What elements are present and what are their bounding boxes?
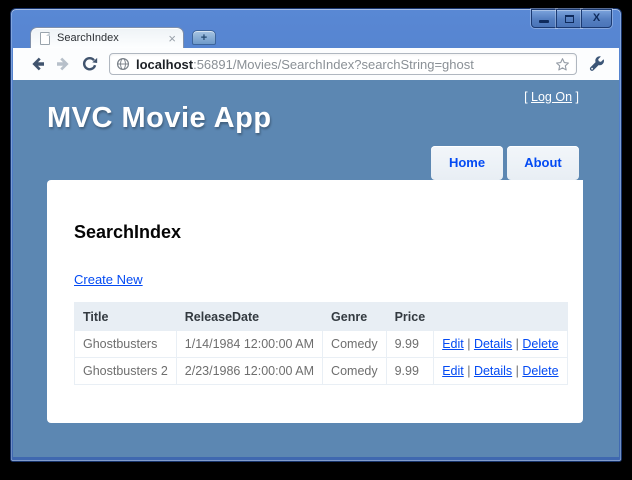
browser-tab[interactable]: SearchIndex × — [30, 27, 184, 48]
action-separator: | — [515, 364, 519, 378]
cell-price: 9.99 — [385, 357, 435, 385]
page-heading: SearchIndex — [74, 222, 182, 242]
tab-title: SearchIndex — [57, 32, 119, 44]
delete-link[interactable]: Delete — [522, 337, 558, 351]
url-text[interactable]: localhost:56891/Movies/SearchIndex?searc… — [136, 57, 555, 72]
wrench-icon — [589, 56, 604, 71]
cell-title: Ghostbusters — [74, 330, 177, 358]
column-header-price: Price — [385, 302, 435, 331]
forward-button[interactable] — [51, 52, 75, 76]
column-header-title: Title — [74, 302, 177, 331]
forward-arrow-icon — [56, 57, 69, 71]
cell-release-date: 2/23/1986 12:00:00 AM — [175, 357, 324, 385]
edit-link[interactable]: Edit — [442, 364, 464, 378]
column-header-releasedate: ReleaseDate — [175, 302, 324, 331]
log-on-bracket-open: [ — [524, 90, 532, 104]
maximize-button[interactable] — [556, 9, 582, 28]
cell-actions: Edit | Details | Delete — [433, 330, 568, 358]
new-tab-button[interactable]: + — [192, 30, 216, 45]
delete-link[interactable]: Delete — [522, 364, 558, 378]
nav-about-button[interactable]: About — [507, 146, 579, 180]
url-host: localhost — [136, 56, 194, 72]
cell-genre: Comedy — [322, 357, 387, 385]
browser-toolbar: localhost:56891/Movies/SearchIndex?searc… — [13, 48, 619, 80]
reload-icon — [82, 56, 97, 70]
title-bar: X SearchIndex × + — [13, 9, 619, 48]
tab-close-icon[interactable]: × — [168, 32, 176, 45]
address-bar[interactable]: localhost:56891/Movies/SearchIndex?searc… — [109, 53, 577, 75]
log-on-link[interactable]: Log On — [531, 90, 572, 104]
nav-home-button[interactable]: Home — [431, 146, 503, 180]
minimize-button[interactable] — [531, 9, 557, 28]
bookmark-star-icon — [556, 57, 569, 70]
log-on-bracket-close: ] — [572, 90, 579, 104]
site-title: MVC Movie App — [47, 102, 272, 134]
content-panel: SearchIndex Create New Title ReleaseDate… — [47, 180, 583, 423]
table-header-row: Title ReleaseDate Genre Price — [74, 302, 568, 331]
minimize-icon — [539, 20, 549, 23]
page-content: [ Log On ] MVC Movie App Home About Sear… — [13, 80, 619, 457]
nav-menu: Home About — [431, 146, 579, 180]
action-separator: | — [467, 364, 471, 378]
wrench-menu-button[interactable] — [585, 52, 609, 76]
cell-genre: Comedy — [322, 330, 387, 358]
back-arrow-icon — [31, 57, 44, 71]
column-header-actions — [433, 302, 568, 331]
globe-icon — [116, 57, 130, 71]
details-link[interactable]: Details — [474, 337, 512, 351]
url-path: :56891/Movies/SearchIndex?searchString=g… — [193, 56, 474, 72]
close-icon: X — [592, 12, 601, 24]
table-row: Ghostbusters 2 2/23/1986 12:00:00 AM Com… — [74, 357, 568, 385]
edit-link[interactable]: Edit — [442, 337, 464, 351]
cell-title: Ghostbusters 2 — [74, 357, 177, 385]
column-header-genre: Genre — [322, 302, 387, 331]
log-on-area: [ Log On ] — [524, 90, 579, 104]
action-separator: | — [467, 337, 471, 351]
cell-price: 9.99 — [385, 330, 435, 358]
movies-table: Title ReleaseDate Genre Price Ghostbuste… — [74, 302, 568, 385]
window-controls: X — [531, 9, 612, 28]
table-row: Ghostbusters 1/14/1984 12:00:00 AM Comed… — [74, 330, 568, 358]
browser-window: X SearchIndex × + localhost:56891/Movies… — [10, 8, 622, 462]
action-separator: | — [515, 337, 519, 351]
create-new-link[interactable]: Create New — [74, 272, 143, 287]
cell-actions: Edit | Details | Delete — [433, 357, 568, 385]
reload-button[interactable] — [77, 52, 101, 76]
maximize-icon — [564, 14, 574, 23]
cell-release-date: 1/14/1984 12:00:00 AM — [175, 330, 324, 358]
details-link[interactable]: Details — [474, 364, 512, 378]
close-button[interactable]: X — [581, 9, 612, 28]
bookmark-star-button[interactable] — [555, 57, 570, 72]
back-button[interactable] — [25, 52, 49, 76]
page-favicon-icon — [40, 31, 50, 45]
